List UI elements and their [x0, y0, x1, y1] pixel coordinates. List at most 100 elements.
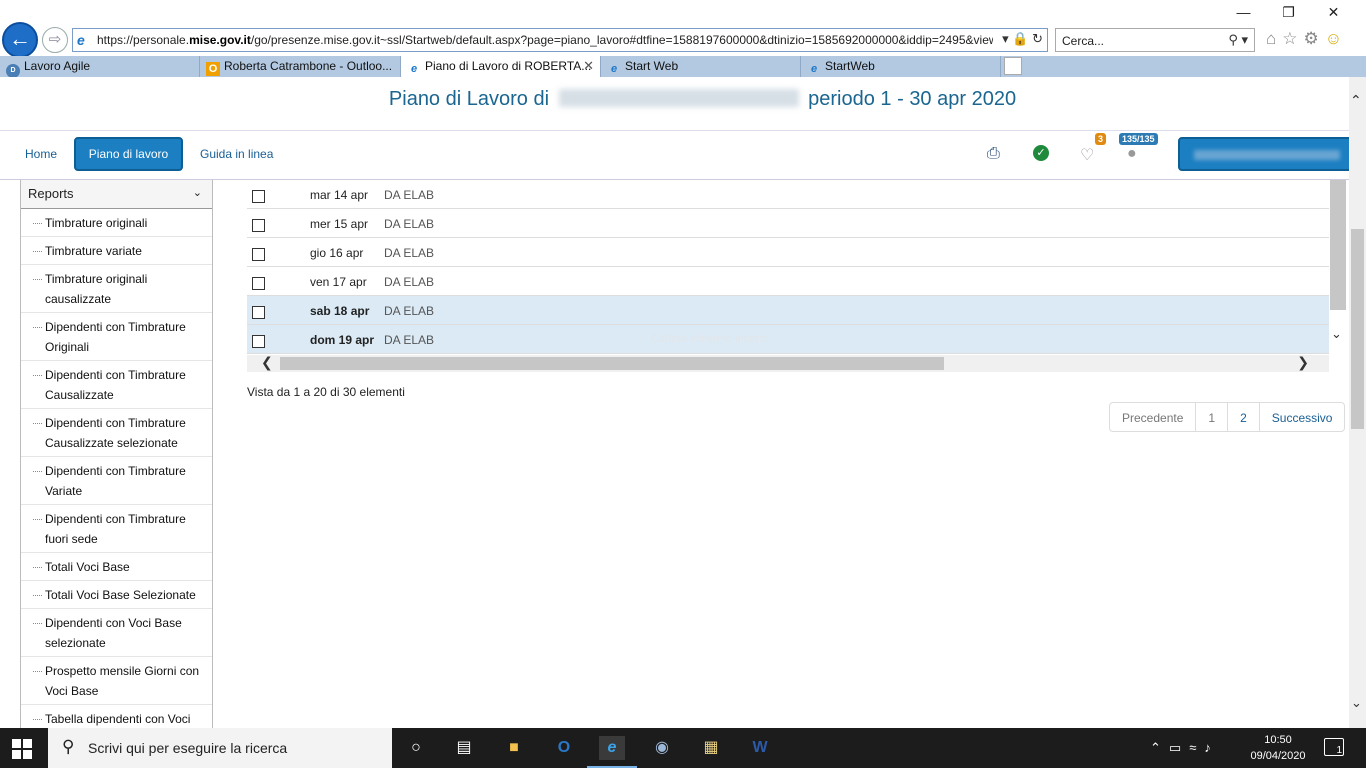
cortana-icon[interactable]: ○ — [403, 736, 429, 760]
smiley-icon[interactable]: ☺ — [1325, 29, 1348, 48]
tab-start-web[interactable]: e Start Web — [601, 56, 801, 77]
tab-outlook[interactable]: O Roberta Catrambone - Outloo... — [200, 56, 401, 77]
address-tools-icon[interactable]: ▾ 🔒 ↻ — [1002, 31, 1043, 47]
app-icon[interactable]: ▦ — [698, 736, 724, 760]
internet-explorer-icon[interactable]: e — [587, 736, 637, 768]
page-2-button[interactable]: 2 — [1228, 403, 1260, 431]
tab-lavoro-agile[interactable]: D Lavoro Agile — [0, 56, 200, 77]
row-checkbox[interactable] — [252, 248, 265, 261]
tab-label: Start Web — [625, 59, 679, 73]
taskbar-search-input[interactable]: ⚲ Scrivi qui per eseguire la ricerca — [48, 728, 392, 768]
sidebar-item[interactable]: Dipendenti con Timbrature Causalizzate s… — [21, 409, 212, 457]
pagination: Precedente 1 2 Successivo — [1109, 402, 1346, 432]
windows-start-icon[interactable] — [12, 739, 32, 759]
search-icon[interactable]: ⚲ ▾ — [1228, 32, 1248, 48]
check-icon[interactable]: ✓ — [1033, 145, 1049, 161]
bell-icon[interactable]: ♡ — [1080, 145, 1094, 165]
sidebar-item[interactable]: Dipendenti con Timbrature Originali — [21, 313, 212, 361]
row-checkbox[interactable] — [252, 277, 265, 290]
browser-search-input[interactable]: Cerca... ⚲ ▾ — [1055, 28, 1255, 52]
action-center-icon[interactable]: 1 — [1324, 738, 1344, 756]
sidebar-item[interactable]: Dipendenti con Timbrature fuori sede — [21, 505, 212, 553]
url-text[interactable]: https://personale.mise.gov.it/go/presenz… — [97, 33, 993, 47]
next-page-button[interactable]: Successivo — [1260, 403, 1345, 431]
ie-icon: e — [610, 63, 618, 75]
clock[interactable]: 10:50 09/04/2020 — [1248, 732, 1308, 764]
gear-icon[interactable]: ⚙ — [1304, 29, 1325, 48]
sidebar-item[interactable]: Dipendenti con Timbrature Variate — [21, 457, 212, 505]
row-checkbox[interactable] — [252, 219, 265, 232]
windows-taskbar: ⚲ Scrivi qui per eseguire la ricerca ○ ▤… — [0, 728, 1366, 768]
restore-icon[interactable]: ❐ — [1266, 4, 1311, 21]
chevron-up-icon[interactable]: ⌃ — [1350, 92, 1362, 109]
chevron-right-icon[interactable]: ❯ — [1297, 354, 1309, 371]
row-day: mar 14 apr — [310, 188, 369, 202]
page-1-button[interactable]: 1 — [1196, 403, 1229, 431]
chevron-down-icon[interactable]: ⌄ — [1331, 326, 1342, 342]
minimize-icon[interactable]: — — [1221, 4, 1266, 20]
outlook-icon[interactable]: O — [551, 736, 577, 760]
sidebar-item[interactable]: Timbrature variate — [21, 237, 212, 265]
row-checkbox[interactable] — [252, 306, 265, 319]
sidebar-item[interactable]: Prospetto mensile Giorni con Voci Base — [21, 657, 212, 705]
row-status: DA ELAB — [384, 246, 435, 260]
page-vertical-scrollbar[interactable]: ⌄ — [1349, 77, 1366, 728]
sidebar-item[interactable]: Timbrature originali causalizzate — [21, 265, 212, 313]
sidebar-item[interactable]: Totali Voci Base — [21, 553, 212, 581]
row-status: DA ELAB — [384, 188, 435, 202]
file-explorer-icon[interactable]: ■ — [501, 736, 527, 760]
address-bar[interactable]: e https://personale.mise.gov.it/go/prese… — [72, 28, 1048, 52]
close-window-icon[interactable]: ✕ — [1311, 4, 1356, 21]
user-menu-button[interactable] — [1178, 137, 1354, 171]
back-button-icon[interactable]: ← — [2, 22, 38, 58]
sidebar-item[interactable]: Totali Voci Base Selezionate — [21, 581, 212, 609]
chevron-up-icon[interactable]: ⌃ — [1150, 740, 1169, 755]
browser-chrome: ← ⇨ e https://personale.mise.gov.it/go/p… — [0, 0, 1366, 77]
sidebar-item[interactable]: Tabella dipendenti con Voci — [21, 705, 212, 728]
window-controls: — ❐ ✕ — [1221, 4, 1356, 21]
task-view-icon[interactable]: ▤ — [451, 736, 477, 760]
new-tab-icon[interactable] — [1004, 57, 1022, 75]
taskbar-search-placeholder: Scrivi qui per eseguire la ricerca — [88, 740, 288, 756]
user-icon[interactable]: ● — [1127, 145, 1137, 163]
nav-home-link[interactable]: Home — [25, 147, 57, 161]
sidebar-item[interactable]: Timbrature originali — [21, 209, 212, 237]
home-icon[interactable]: ⌂ — [1266, 29, 1282, 48]
table-row: dom 19 apr DA ELAB — [247, 325, 1329, 354]
row-status: DA ELAB — [384, 275, 435, 289]
volume-icon[interactable]: ♪ — [1204, 740, 1219, 755]
nav-guida-link[interactable]: Guida in linea — [200, 147, 273, 161]
app-icon[interactable]: ◉ — [649, 736, 675, 760]
horizontal-scrollbar[interactable]: ❮ ❯ — [247, 354, 1329, 372]
table-vertical-scroll-thumb[interactable] — [1330, 180, 1346, 310]
chevron-down-icon[interactable]: ⌄ — [193, 186, 202, 199]
sidebar-item[interactable]: Dipendenti con Voci Base selezionate — [21, 609, 212, 657]
chevron-down-icon[interactable]: ⌄ — [1351, 695, 1362, 711]
prev-page-button[interactable]: Precedente — [1110, 403, 1197, 431]
chevron-left-icon[interactable]: ❮ — [261, 354, 273, 371]
ie-icon: e — [77, 32, 85, 48]
close-tab-icon[interactable]: ✕ — [583, 58, 594, 74]
ie-icon: e — [810, 63, 818, 75]
wifi-icon[interactable]: ≈ — [1189, 740, 1204, 755]
word-icon[interactable]: W — [747, 736, 773, 760]
row-checkbox[interactable] — [252, 335, 265, 348]
tab-piano-lavoro[interactable]: e Piano di Lavoro di ROBERTA... ✕ — [401, 56, 601, 77]
page-scroll-thumb[interactable] — [1351, 229, 1364, 429]
page-title: Piano di Lavoro di periodo 1 - 30 apr 20… — [0, 88, 1366, 111]
print-icon[interactable]: ⎙ — [987, 145, 1000, 163]
scroll-thumb[interactable] — [280, 357, 944, 370]
star-icon[interactable]: ☆ — [1282, 29, 1303, 48]
list-info: Vista da 1 a 20 di 30 elementi — [247, 385, 405, 399]
tab-startweb[interactable]: e StartWeb — [801, 56, 1001, 77]
battery-icon[interactable]: ▭ — [1169, 740, 1189, 755]
reports-header[interactable]: Reports ⌄ — [21, 180, 212, 209]
row-checkbox[interactable] — [252, 190, 265, 203]
row-day: mer 15 apr — [310, 217, 369, 231]
row-status: DA ELAB — [384, 304, 435, 318]
sidebar-item[interactable]: Dipendenti con Timbrature Causalizzate — [21, 361, 212, 409]
table-row: mar 14 apr DA ELAB — [247, 180, 1329, 209]
title-prefix: Piano di Lavoro di — [388, 88, 550, 110]
nav-piano-lavoro-button[interactable]: Piano di lavoro — [74, 137, 183, 171]
forward-button-icon[interactable]: ⇨ — [42, 27, 68, 53]
